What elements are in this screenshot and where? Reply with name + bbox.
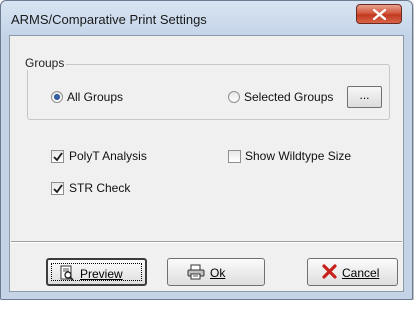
cancel-button-label: Cancel [342, 266, 380, 280]
checkmark-icon [53, 184, 63, 194]
close-icon [373, 9, 386, 20]
print-preview-icon [60, 265, 74, 281]
show-wildtype-size-label[interactable]: Show Wildtype Size [245, 149, 351, 163]
browse-groups-button[interactable]: ... [347, 86, 382, 108]
all-groups-label[interactable]: All Groups [67, 90, 123, 104]
polyt-analysis-label[interactable]: PolyT Analysis [69, 149, 147, 163]
str-check-checkbox[interactable] [51, 182, 64, 195]
dialog-body: Groups All Groups Selected Groups ... Po… [9, 35, 404, 292]
printer-icon [187, 264, 205, 280]
selected-groups-label[interactable]: Selected Groups [244, 90, 333, 104]
cancel-button[interactable]: Cancel [307, 258, 398, 286]
ok-button[interactable]: Ok [167, 258, 265, 286]
show-wildtype-size-checkbox[interactable] [228, 150, 241, 163]
all-groups-radio[interactable] [51, 91, 63, 103]
red-x-icon [322, 264, 337, 279]
title-bar[interactable]: ARMS/Comparative Print Settings [1, 1, 412, 35]
close-button[interactable] [356, 4, 402, 24]
ok-button-label: Ok [210, 266, 226, 280]
window-title: ARMS/Comparative Print Settings [11, 12, 207, 27]
dialog-window: ARMS/Comparative Print Settings Groups A… [0, 0, 413, 300]
preview-button[interactable]: Preview [46, 258, 147, 286]
window-shadow-area [0, 300, 414, 315]
button-separator [11, 241, 402, 243]
groups-groupbox-label: Groups [23, 56, 67, 70]
polyt-analysis-checkbox[interactable] [51, 150, 64, 163]
str-check-label[interactable]: STR Check [69, 181, 130, 195]
checkmark-icon [53, 152, 63, 162]
preview-button-label: Preview [80, 267, 123, 281]
selected-groups-radio[interactable] [228, 91, 240, 103]
